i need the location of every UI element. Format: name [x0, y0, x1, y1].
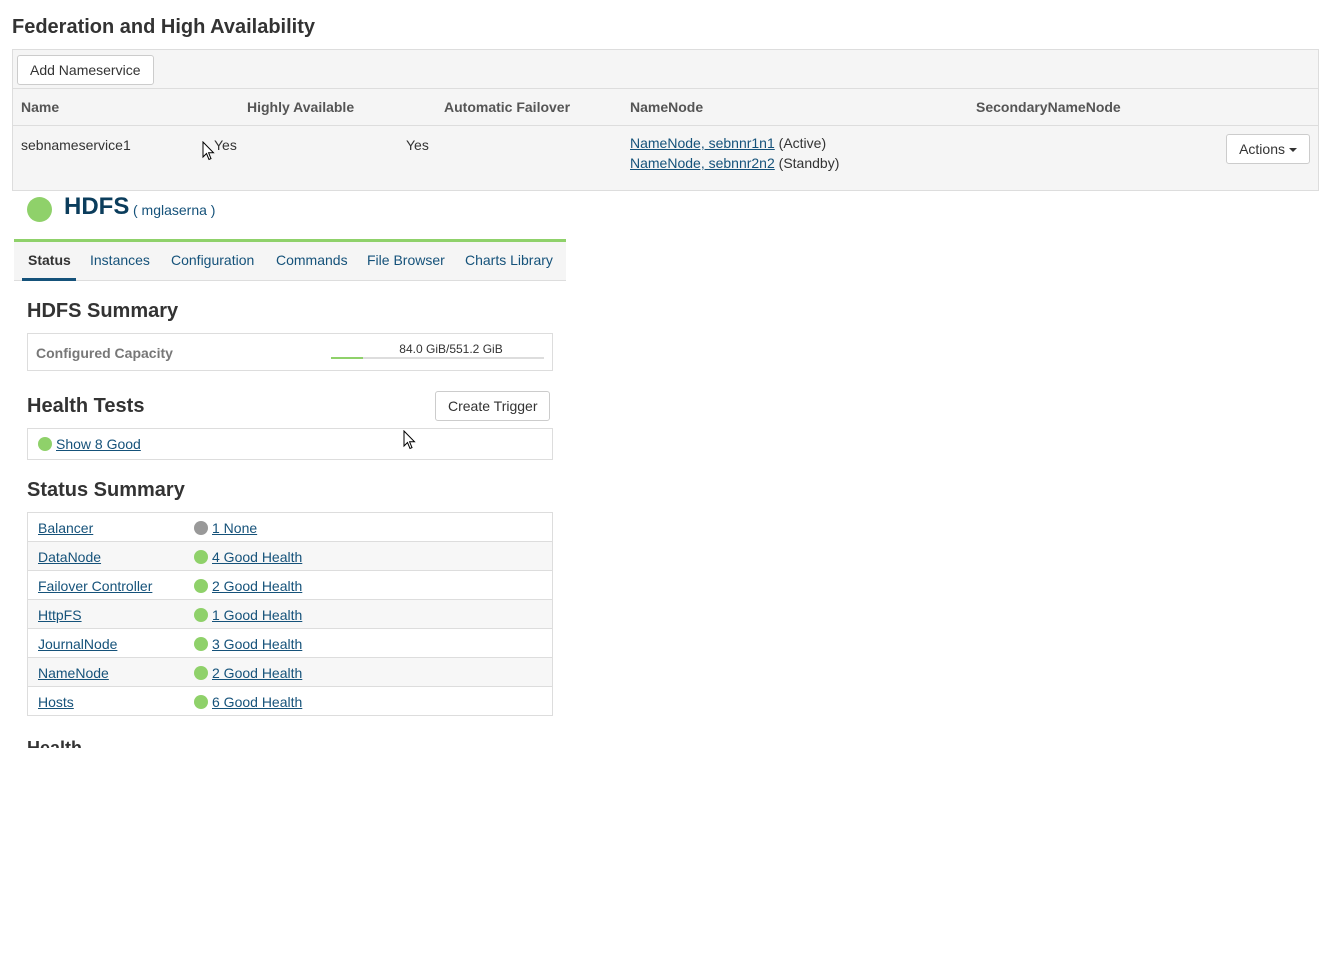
- table-row: JournalNode 3 Good Health: [28, 629, 552, 658]
- namenode-list: NameNode, sebnnr1n1 (Active) NameNode, s…: [630, 133, 839, 173]
- column-header-automatic-failover: Automatic Failover: [444, 99, 571, 115]
- caret-down-icon: [1289, 148, 1297, 153]
- tab-status[interactable]: Status: [28, 252, 71, 268]
- tab-commands[interactable]: Commands: [276, 252, 348, 268]
- mouse-cursor-icon: [202, 141, 215, 161]
- table-row: Failover Controller 2 Good Health: [28, 571, 552, 600]
- create-trigger-button[interactable]: Create Trigger: [435, 391, 551, 421]
- good-health-icon: [194, 666, 208, 680]
- tab-instances[interactable]: Instances: [90, 252, 150, 268]
- add-nameservice-button[interactable]: Add Nameservice: [17, 55, 154, 85]
- role-link[interactable]: NameNode: [38, 665, 109, 681]
- service-health-icon: [27, 197, 52, 222]
- namenode-entry: NameNode, sebnnr1n1 (Active): [630, 133, 839, 153]
- capacity-label: Configured Capacity: [36, 345, 173, 361]
- nameservice-name: sebnameservice1: [21, 137, 131, 153]
- capacity-box: Configured Capacity 84.0 GiB/551.2 GiB: [27, 333, 553, 371]
- role-status: 2 Good Health: [194, 665, 302, 681]
- actions-label: Actions: [1239, 141, 1285, 157]
- table-row: NameNode 2 Good Health: [28, 658, 552, 687]
- hdfs-summary-title: HDFS Summary: [27, 300, 179, 322]
- actions-dropdown-button[interactable]: Actions: [1226, 134, 1310, 164]
- next-section-title: Health History: [27, 738, 83, 748]
- good-health-icon: [194, 608, 208, 622]
- column-header-highly-available: Highly Available: [247, 99, 355, 115]
- mouse-cursor-icon: [403, 430, 416, 450]
- page-title: Federation and High Availability: [12, 16, 316, 38]
- table-row: HttpFS 1 Good Health: [28, 600, 552, 629]
- health-tests-title: Health Tests: [27, 395, 145, 417]
- column-header-name: Name: [21, 99, 60, 115]
- good-health-icon: [194, 579, 208, 593]
- role-link[interactable]: HttpFS: [38, 607, 82, 623]
- tab-charts-library[interactable]: Charts Library: [465, 252, 553, 268]
- federation-toolbar: Add Nameservice: [13, 50, 1318, 89]
- column-header-namenode: NameNode: [630, 99, 704, 115]
- namenode-link[interactable]: NameNode, sebnnr2n2: [630, 155, 775, 171]
- good-health-icon: [194, 695, 208, 709]
- role-status: 1 Good Health: [194, 607, 302, 623]
- namenode-state: (Standby): [778, 155, 840, 171]
- tab-configuration[interactable]: Configuration: [171, 252, 254, 268]
- role-status-link[interactable]: 4 Good Health: [212, 549, 302, 565]
- cluster-link[interactable]: ( mglaserna ): [133, 202, 215, 218]
- role-status-link[interactable]: 2 Good Health: [212, 665, 302, 681]
- role-link[interactable]: DataNode: [38, 549, 101, 565]
- show-good-link[interactable]: Show 8 Good: [56, 436, 141, 452]
- column-header-secondary-namenode: SecondaryNameNode: [976, 99, 1121, 115]
- capacity-progress-bar: [331, 357, 544, 359]
- service-tabs: Status Instances Configuration Commands …: [14, 239, 566, 281]
- role-link[interactable]: JournalNode: [38, 636, 117, 652]
- role-status-link[interactable]: 3 Good Health: [212, 636, 302, 652]
- federation-panel: Add Nameservice Name Highly Available Au…: [12, 49, 1319, 191]
- table-row: DataNode 4 Good Health: [28, 542, 552, 571]
- role-status-link[interactable]: 1 None: [212, 520, 257, 536]
- role-status-link[interactable]: 2 Good Health: [212, 578, 302, 594]
- highly-available-value: Yes: [214, 137, 237, 153]
- namenode-link[interactable]: NameNode, sebnnr1n1: [630, 135, 775, 151]
- health-tests-item: Show 8 Good: [38, 436, 141, 452]
- role-link[interactable]: Balancer: [38, 520, 93, 536]
- good-health-icon: [194, 637, 208, 651]
- role-status: 2 Good Health: [194, 578, 302, 594]
- role-status-link[interactable]: 1 Good Health: [212, 607, 302, 623]
- active-tab-indicator: [22, 278, 76, 281]
- capacity-progress-fill: [331, 357, 364, 359]
- health-history-heading-clipped: Health History: [27, 736, 137, 748]
- role-link[interactable]: Hosts: [38, 694, 74, 710]
- role-status: 3 Good Health: [194, 636, 302, 652]
- capacity-value: 84.0 GiB/551.2 GiB: [399, 342, 503, 356]
- health-tests-box: Show 8 Good: [27, 428, 553, 460]
- good-health-icon: [38, 437, 52, 451]
- tab-file-browser[interactable]: File Browser: [367, 252, 445, 268]
- status-summary-title: Status Summary: [27, 479, 185, 501]
- role-status: 6 Good Health: [194, 694, 302, 710]
- table-row: Balancer 1 None: [28, 513, 552, 542]
- namenode-state: (Active): [778, 135, 827, 151]
- automatic-failover-value: Yes: [406, 137, 429, 153]
- role-status: 4 Good Health: [194, 549, 302, 565]
- table-row: Hosts 6 Good Health: [28, 687, 552, 716]
- good-health-icon: [194, 550, 208, 564]
- no-health-icon: [194, 521, 208, 535]
- role-status: 1 None: [194, 520, 257, 536]
- role-link[interactable]: Failover Controller: [38, 578, 152, 594]
- federation-table-header: Name Highly Available Automatic Failover…: [13, 88, 1318, 126]
- namenode-entry: NameNode, sebnnr2n2 (Standby): [630, 153, 839, 173]
- service-name: HDFS: [64, 193, 130, 220]
- role-status-link[interactable]: 6 Good Health: [212, 694, 302, 710]
- status-summary-table: Balancer 1 None DataNode 4 Good Health Failo…: [27, 512, 553, 716]
